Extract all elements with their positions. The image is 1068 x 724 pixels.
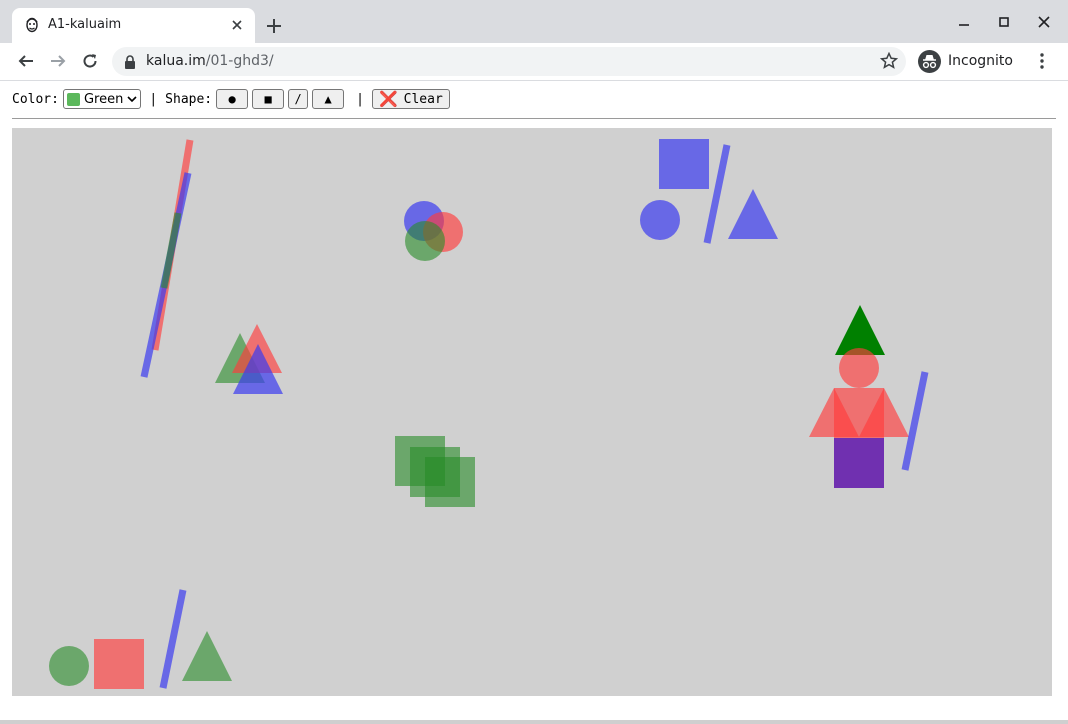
circle-icon: ● <box>228 92 236 106</box>
browser-toolbar: kalua.im/01-ghd3/ Incognito <box>0 43 1068 81</box>
blue-circle <box>640 200 680 240</box>
clear-button[interactable]: ❌ Clear <box>371 89 450 109</box>
green-swatch-icon <box>66 92 80 106</box>
back-arrow-icon[interactable] <box>14 49 38 73</box>
minimize-icon[interactable] <box>954 12 974 32</box>
clear-x-icon: ❌ <box>378 90 398 108</box>
url-path: /01-ghd3/ <box>205 53 274 69</box>
green-square <box>425 457 475 507</box>
lock-icon <box>125 55 135 69</box>
line-icon: / <box>294 92 302 106</box>
close-tab-icon[interactable] <box>229 17 245 33</box>
color-select[interactable]: Green <box>62 89 142 109</box>
divider <box>12 118 1056 119</box>
clear-label: Clear <box>403 91 443 107</box>
reload-icon[interactable] <box>78 49 102 73</box>
address-bar[interactable]: kalua.im/01-ghd3/ <box>112 47 906 76</box>
maximize-icon[interactable] <box>994 12 1014 32</box>
close-window-icon[interactable] <box>1034 12 1054 32</box>
forward-arrow-icon[interactable] <box>46 49 70 73</box>
drawing-canvas[interactable] <box>12 128 1052 696</box>
incognito-label: Incognito <box>948 53 1013 69</box>
green-circle <box>49 646 89 686</box>
incognito-icon <box>918 50 941 73</box>
browser-tab[interactable]: A1-kaluaim <box>12 8 255 43</box>
red-square <box>94 639 144 689</box>
color-select-value: Green <box>83 91 124 107</box>
tab-title: A1-kaluaim <box>48 17 122 32</box>
purple-legs-square <box>834 438 884 488</box>
shape-label: Shape: <box>165 91 213 107</box>
menu-kebab-icon[interactable] <box>1032 49 1052 73</box>
green-circle <box>405 221 445 261</box>
blue-square <box>659 139 709 189</box>
line-shape-button[interactable]: / <box>288 89 309 109</box>
triangle-icon: ▲ <box>324 92 332 106</box>
new-tab-plus-icon[interactable] <box>262 14 286 38</box>
tab-strip: A1-kaluaim <box>0 0 1068 43</box>
window-bottom-edge <box>0 720 1068 724</box>
separator: | <box>356 91 364 107</box>
separator: | <box>149 91 158 107</box>
square-icon: ■ <box>264 92 272 106</box>
color-label: Color: <box>12 91 59 107</box>
incognito-badge[interactable]: Incognito <box>916 47 1023 76</box>
triangle-shape-button[interactable]: ▲ <box>312 89 345 109</box>
square-shape-button[interactable]: ■ <box>252 89 285 109</box>
red-head-circle <box>839 348 879 388</box>
drawing-controls: Color: Green | Shape: ● ■ / ▲ | ❌ Clear <box>12 88 450 110</box>
url-host: kalua.im <box>146 53 206 69</box>
favicon-icon <box>26 17 38 33</box>
circle-shape-button[interactable]: ● <box>216 89 249 109</box>
url-text: kalua.im/01-ghd3/ <box>146 53 274 69</box>
chevron-down-icon <box>127 96 137 103</box>
bookmark-star-icon[interactable] <box>880 52 898 70</box>
